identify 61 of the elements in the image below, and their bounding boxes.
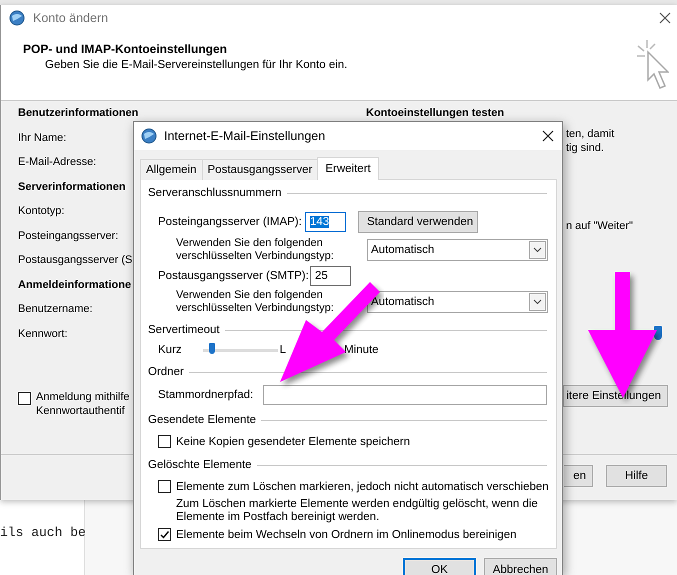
info-text: n auf "Weiter": [566, 219, 633, 233]
field-label: Ihr Name:: [18, 130, 66, 146]
field-label: Benutzername:: [18, 302, 93, 317]
input-field[interactable]: 143: [305, 212, 346, 232]
dialog-button[interactable]: OK: [403, 558, 476, 575]
dialog-title: Internet-E-Mail-Einstellungen: [164, 129, 326, 143]
checkbox-label: Anmeldung mithilfe Kennwortauthentif: [36, 390, 130, 418]
dropdown[interactable]: Automatisch: [367, 239, 548, 261]
checkbox-label: Keine Kopien gesendeter Elemente speichern: [176, 436, 410, 448]
checkbox[interactable]: [158, 480, 171, 493]
field-label: Stammordnerpfad:: [158, 389, 254, 401]
tab[interactable]: Allgemein: [140, 159, 202, 180]
close-icon[interactable]: [542, 130, 554, 142]
tab[interactable]: Erweitert: [317, 157, 379, 180]
checkbox[interactable]: [158, 435, 171, 448]
group-heading: Serveranschlussnummern: [148, 187, 282, 199]
close-icon[interactable]: [659, 12, 671, 24]
checkbox[interactable]: [18, 392, 31, 405]
checkbox[interactable]: [158, 528, 171, 541]
input-field[interactable]: [263, 385, 547, 405]
app-icon: [141, 128, 157, 144]
more-settings-button[interactable]: itere Einstellungen: [563, 385, 668, 407]
group-heading: Gelöschte Elemente: [148, 459, 252, 471]
input-field[interactable]: 25: [310, 266, 351, 286]
note-text: Zum Löschen markierte Elemente werden endgültig gelöscht, wenn die Elemente im Postfach bereinigt werden.: [176, 498, 539, 524]
group-heading: Ordner: [148, 366, 184, 378]
field-label: E-Mail-Adresse:: [18, 155, 96, 170]
dialog-button[interactable]: Abbrechen: [484, 558, 557, 575]
chevron-down-icon: [533, 247, 542, 253]
dropdown[interactable]: Automatisch: [367, 291, 548, 313]
slider-thumb[interactable]: [208, 342, 215, 354]
group-heading: Gesendete Elemente: [148, 414, 256, 426]
slider-label: Kurz: [158, 344, 182, 356]
info-text: ten, damit tig sind.: [566, 127, 614, 155]
field-label: Postausgangsserver (SMTP):: [158, 270, 310, 282]
window-title: Konto ändern: [33, 10, 108, 24]
checkbox-label: Elemente zum Löschen markieren, jedoch nicht automatisch verschieben: [176, 480, 549, 492]
field-label: Postausgangsserver (S: [18, 253, 132, 268]
group-heading: Servertimeout: [148, 324, 220, 336]
dialog-subheading: Geben Sie die E-Mail-Servereinstellungen für Ihr Konto ein.: [45, 59, 348, 71]
chevron-down-icon: [533, 299, 542, 305]
checkbox-label: Elemente beim Wechseln von Ordnern im Onlinemodus bereinigen: [176, 528, 516, 540]
field-label: Posteingangsserver (IMAP):: [158, 216, 303, 228]
field-label: Posteingangsserver:: [18, 228, 118, 244]
dialog-button[interactable]: Hilfe: [606, 465, 667, 487]
tab[interactable]: Postausgangsserver: [202, 159, 318, 180]
section-heading: Anmeldeinformatione: [18, 278, 132, 292]
field-label: Kontotyp:: [18, 204, 64, 219]
field-label: Verwenden Sie den folgenden verschlüsselten Verbindungstyp:: [176, 237, 335, 263]
section-heading: Kontoeinstellungen testen: [366, 106, 504, 121]
code-line: ils auch be: [0, 525, 84, 541]
timeout-value: Minute: [344, 344, 379, 356]
field-label: Verwenden Sie den folgenden verschlüsselten Verbindungstyp:: [176, 289, 335, 315]
dialog-button[interactable]: en: [564, 465, 593, 487]
app-icon: [9, 10, 25, 26]
dialog-heading: POP- und IMAP-Kontoeinstellungen: [23, 42, 227, 56]
section-heading: Benutzerinformationen: [18, 106, 138, 121]
default-button[interactable]: Standard verwenden: [358, 211, 478, 233]
field-label: Kennwort:: [18, 326, 68, 342]
section-heading: Serverinformationen: [18, 180, 126, 194]
slider-label: L: [280, 344, 286, 356]
